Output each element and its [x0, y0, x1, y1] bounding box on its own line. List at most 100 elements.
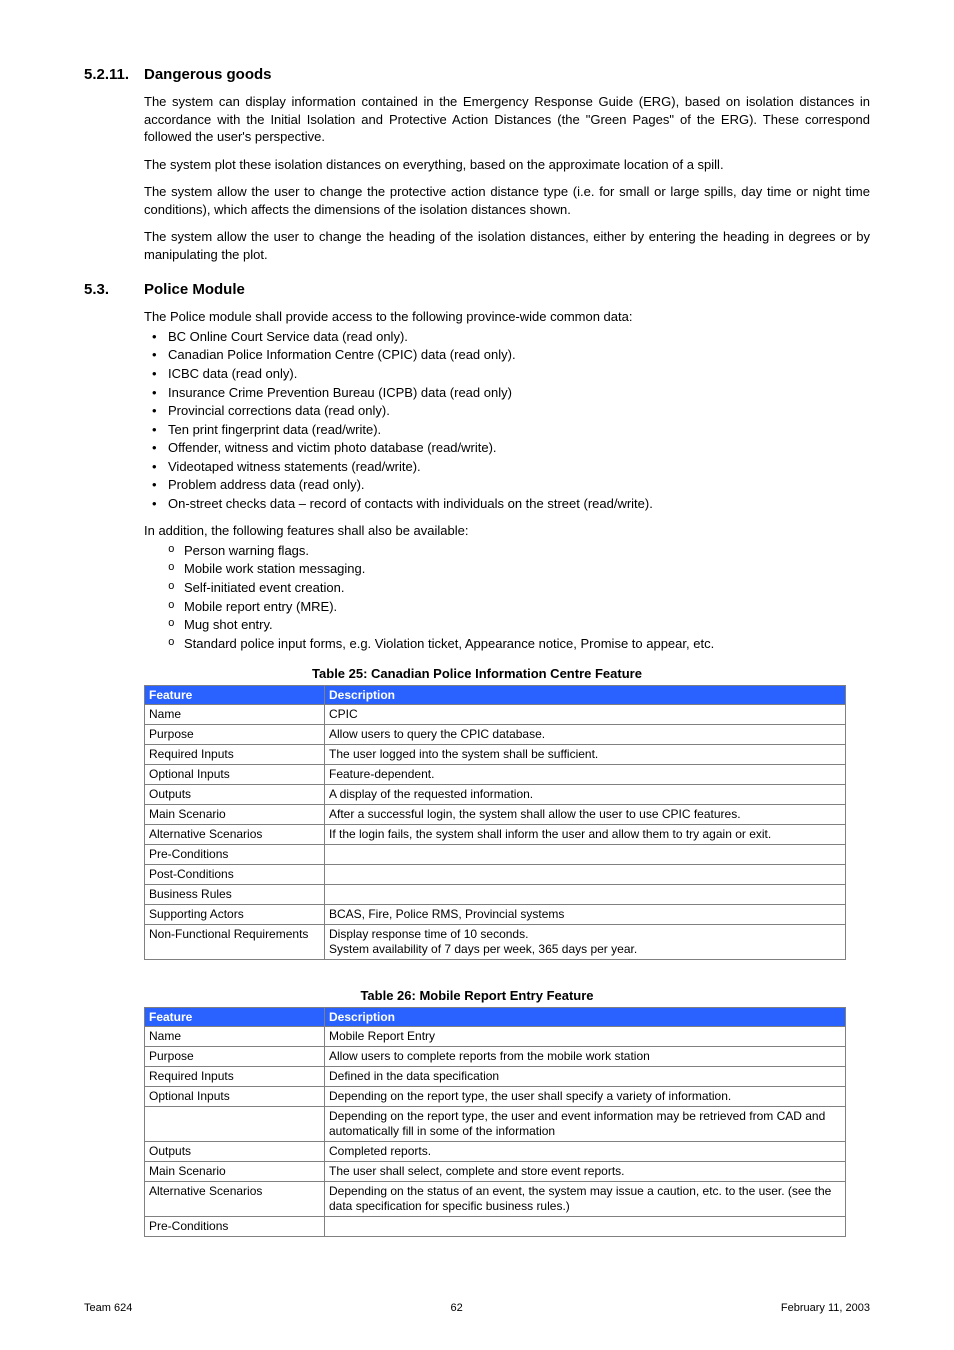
table-cell: Optional Inputs [145, 1087, 325, 1107]
table-cell: Post-Conditions [145, 865, 325, 885]
table-cell: Main Scenario [145, 805, 325, 825]
table-row: Pre-Conditions [145, 1217, 846, 1237]
table-row: Main ScenarioAfter a successful login, t… [145, 805, 846, 825]
table-cell: Outputs [145, 785, 325, 805]
section-number: 5.2.11. [84, 66, 144, 83]
table-cell: A display of the requested information. [325, 785, 846, 805]
section-paragraph: The system can display information conta… [144, 93, 870, 146]
table-header-row: Feature Description [145, 1008, 846, 1027]
table-header: Description [325, 1008, 846, 1027]
table-cell: The user logged into the system shall be… [325, 745, 846, 765]
table-row: Alternative ScenariosIf the login fails,… [145, 825, 846, 845]
footer-date: February 11, 2003 [781, 1302, 870, 1314]
table-cell [325, 865, 846, 885]
table-cell: Outputs [145, 1142, 325, 1162]
table-25: Feature Description NameCPIC PurposeAllo… [144, 685, 846, 960]
section-paragraph: The Police module shall provide access t… [144, 308, 870, 326]
table-cell: If the login fails, the system shall inf… [325, 825, 846, 845]
section-heading-5-2-11: 5.2.11. Dangerous goods [84, 66, 870, 83]
section-paragraph: In addition, the following features shal… [144, 522, 870, 540]
table-cell: Completed reports. [325, 1142, 846, 1162]
footer-left: Team 624 [84, 1302, 132, 1314]
list-item: Standard police input forms, e.g. Violat… [144, 635, 870, 653]
table-cell: Supporting Actors [145, 905, 325, 925]
table-cell: Depending on the report type, the user s… [325, 1087, 846, 1107]
table-row: NameMobile Report Entry [145, 1027, 846, 1047]
sub-bullet-list: Person warning flags. Mobile work statio… [144, 542, 870, 652]
table-cell: Depending on the report type, the user a… [325, 1107, 846, 1142]
list-item: Ten print fingerprint data (read/write). [144, 421, 870, 439]
table-row: PurposeAllow users to complete reports f… [145, 1047, 846, 1067]
table-header: Feature [145, 686, 325, 705]
page-footer: Team 624 62 February 11, 2003 [84, 1302, 870, 1314]
section-number: 5.3. [84, 281, 144, 298]
table-row: Alternative ScenariosDepending on the st… [145, 1182, 846, 1217]
table-cell: Allow users to query the CPIC database. [325, 725, 846, 745]
section-paragraph: The system plot these isolation distance… [144, 156, 870, 174]
table-cell [325, 1217, 846, 1237]
table-caption-26: Table 26: Mobile Report Entry Feature [84, 988, 870, 1003]
bullet-list: BC Online Court Service data (read only)… [144, 328, 870, 512]
table-row: Required InputsDefined in the data speci… [145, 1067, 846, 1087]
section-title: Police Module [144, 281, 245, 298]
table-row: Post-Conditions [145, 865, 846, 885]
table-cell: Depending on the status of an event, the… [325, 1182, 846, 1217]
table-cell: Required Inputs [145, 1067, 325, 1087]
table-header: Description [325, 686, 846, 705]
footer-page-number: 62 [450, 1302, 462, 1314]
table-cell: Allow users to complete reports from the… [325, 1047, 846, 1067]
table-row: OutputsA display of the requested inform… [145, 785, 846, 805]
table-cell [145, 1107, 325, 1142]
list-item: Mobile work station messaging. [144, 560, 870, 578]
table-cell: Name [145, 705, 325, 725]
table-row: Pre-Conditions [145, 845, 846, 865]
table-cell: Name [145, 1027, 325, 1047]
table-cell: Optional Inputs [145, 765, 325, 785]
section-heading-5-3: 5.3. Police Module [84, 281, 870, 298]
list-item: On-street checks data – record of contac… [144, 495, 870, 513]
list-item: Mug shot entry. [144, 616, 870, 634]
table-cell: Business Rules [145, 885, 325, 905]
table-row: Main ScenarioThe user shall select, comp… [145, 1162, 846, 1182]
list-item: Provincial corrections data (read only). [144, 402, 870, 420]
table-row: OutputsCompleted reports. [145, 1142, 846, 1162]
list-item: ICBC data (read only). [144, 365, 870, 383]
table-row: Supporting ActorsBCAS, Fire, Police RMS,… [145, 905, 846, 925]
list-item: Self-initiated event creation. [144, 579, 870, 597]
table-cell [325, 845, 846, 865]
table-row: NameCPIC [145, 705, 846, 725]
list-item: Mobile report entry (MRE). [144, 598, 870, 616]
list-item: Insurance Crime Prevention Bureau (ICPB)… [144, 384, 870, 402]
table-row: Required InputsThe user logged into the … [145, 745, 846, 765]
list-item: Videotaped witness statements (read/writ… [144, 458, 870, 476]
table-cell: Display response time of 10 seconds. Sys… [325, 925, 846, 960]
table-cell: Non-Functional Requirements [145, 925, 325, 960]
table-cell: Alternative Scenarios [145, 825, 325, 845]
table-cell: Pre-Conditions [145, 845, 325, 865]
table-header: Feature [145, 1008, 325, 1027]
table-header-row: Feature Description [145, 686, 846, 705]
section-title: Dangerous goods [144, 66, 272, 83]
table-row: Optional InputsDepending on the report t… [145, 1087, 846, 1107]
table-cell: After a successful login, the system sha… [325, 805, 846, 825]
table-cell [325, 885, 846, 905]
table-cell: The user shall select, complete and stor… [325, 1162, 846, 1182]
table-cell: Purpose [145, 725, 325, 745]
table-row: PurposeAllow users to query the CPIC dat… [145, 725, 846, 745]
list-item: Offender, witness and victim photo datab… [144, 439, 870, 457]
table-cell: Feature-dependent. [325, 765, 846, 785]
section-paragraph: The system allow the user to change the … [144, 183, 870, 218]
table-cell: Alternative Scenarios [145, 1182, 325, 1217]
table-cell: Defined in the data specification [325, 1067, 846, 1087]
table-row: Depending on the report type, the user a… [145, 1107, 846, 1142]
table-cell: Pre-Conditions [145, 1217, 325, 1237]
table-caption-25: Table 25: Canadian Police Information Ce… [84, 666, 870, 681]
table-26: Feature Description NameMobile Report En… [144, 1007, 846, 1237]
list-item: Person warning flags. [144, 542, 870, 560]
section-paragraph: The system allow the user to change the … [144, 228, 870, 263]
table-cell: BCAS, Fire, Police RMS, Provincial syste… [325, 905, 846, 925]
list-item: BC Online Court Service data (read only)… [144, 328, 870, 346]
list-item: Problem address data (read only). [144, 476, 870, 494]
table-cell: Main Scenario [145, 1162, 325, 1182]
table-cell: Required Inputs [145, 745, 325, 765]
